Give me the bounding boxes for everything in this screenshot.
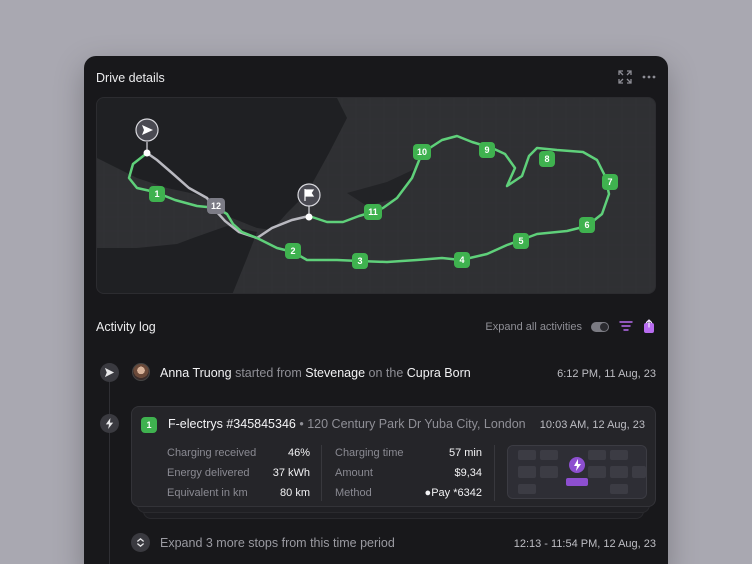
method-label: Method — [335, 487, 372, 499]
map-stop-10: 10 — [413, 144, 431, 160]
charging-received-label: Charging received — [167, 447, 257, 459]
map-stop-3: 3 — [352, 253, 368, 269]
station-map-thumbnail[interactable] — [507, 445, 647, 499]
bolt-icon — [105, 418, 114, 429]
charging-card-title: F-electrys #345845346 • 120 Century Park… — [168, 417, 526, 431]
more-icon[interactable] — [640, 68, 658, 86]
equivalent-km-value: 80 km — [280, 487, 310, 499]
method-value: ●Pay *6342 — [424, 487, 482, 499]
map-stop-1: 1 — [149, 186, 165, 202]
svg-text:3: 3 — [357, 256, 362, 266]
vehicle-name[interactable]: Cupra Born — [407, 366, 471, 380]
svg-text:6: 6 — [584, 220, 589, 230]
charging-event-icon — [100, 414, 119, 433]
map-stop-5: 5 — [513, 233, 529, 249]
charging-time-value: 57 min — [448, 447, 482, 459]
expand-more-label[interactable]: Expand 3 more stops from this time perio… — [160, 536, 395, 550]
svg-text:2: 2 — [290, 246, 295, 256]
svg-text:7: 7 — [607, 177, 612, 187]
svg-text:9: 9 — [484, 145, 489, 155]
charging-time-label: Charging time — [335, 447, 404, 459]
export-icon[interactable] — [641, 318, 657, 334]
expand-all-label: Expand all activities — [485, 321, 582, 333]
amount-label: Amount — [335, 467, 373, 479]
map-stop-12: 12 — [207, 198, 225, 214]
energy-delivered-label: Energy delivered — [167, 467, 250, 479]
start-event-time: 6:12 PM, 11 Aug, 23 — [557, 368, 656, 380]
filter-icon[interactable] — [618, 318, 634, 334]
panel-title: Drive details — [96, 71, 165, 85]
svg-text:5: 5 — [518, 236, 523, 246]
charging-time-stamp: 10:03 AM, 12 Aug, 23 — [539, 419, 645, 431]
map-stop-4: 4 — [454, 252, 470, 268]
map-stop-7: 7 — [602, 174, 618, 190]
expand-all-toggle[interactable] — [591, 322, 609, 332]
svg-text:12: 12 — [211, 201, 221, 211]
start-event-icon — [100, 363, 119, 382]
energy-delivered-value: 37 kWh — [272, 467, 310, 479]
chevron-updown-icon — [137, 537, 144, 548]
map-stop-9: 9 — [479, 142, 495, 158]
station-address: 120 Century Park Dr Yuba City, London — [307, 417, 526, 431]
svg-text:4: 4 — [459, 255, 464, 265]
start-event-text: Anna Truong started from Stevenage on th… — [160, 366, 471, 380]
drive-details-panel: Drive details 1 2 3 4 5 6 7 8 9 10 11 12… — [84, 56, 668, 564]
route-map[interactable]: 1 2 3 4 5 6 7 8 9 10 11 12 — [96, 97, 656, 294]
equivalent-km-label: Equivalent in km — [167, 487, 248, 499]
column-divider — [321, 445, 322, 501]
map-stop-8: 8 — [539, 151, 555, 167]
svg-text:10: 10 — [417, 147, 427, 157]
expand-more-button[interactable] — [131, 533, 150, 552]
user-name[interactable]: Anna Truong — [160, 366, 232, 380]
stop-badge: 1 — [141, 417, 157, 433]
svg-text:1: 1 — [154, 189, 159, 199]
map-stop-11: 11 — [364, 204, 382, 220]
station-name: F-electrys #345845346 — [168, 417, 296, 431]
column-divider-2 — [494, 445, 495, 501]
map-stop-2: 2 — [285, 243, 301, 259]
expand-icon[interactable] — [616, 68, 634, 86]
place-name[interactable]: Stevenage — [305, 366, 365, 380]
charging-card[interactable]: 1 F-electrys #345845346 • 120 Century Pa… — [131, 406, 656, 507]
avatar — [132, 363, 150, 381]
amount-value: $9,34 — [454, 467, 482, 479]
svg-text:11: 11 — [368, 207, 378, 217]
timeline-line — [109, 381, 110, 564]
send-icon — [104, 367, 115, 378]
map-stop-6: 6 — [579, 217, 595, 233]
svg-text:8: 8 — [544, 154, 549, 164]
expand-more-time: 12:13 - 11:54 PM, 12 Aug, 23 — [513, 538, 656, 550]
activity-log-title: Activity log — [96, 320, 156, 334]
charging-received-value: 46% — [287, 447, 310, 459]
